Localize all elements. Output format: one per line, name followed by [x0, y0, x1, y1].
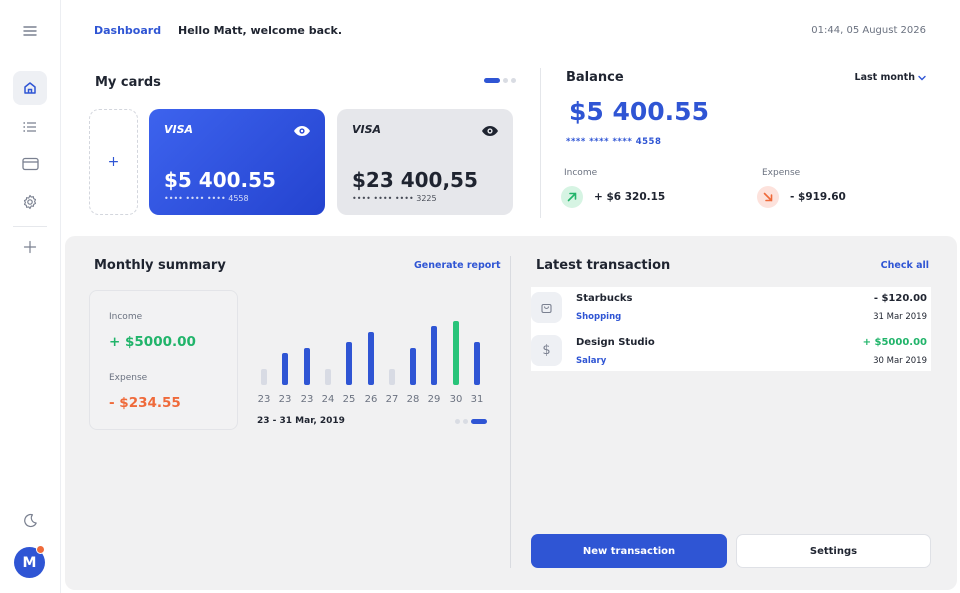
- chart-tick-label: 27: [385, 394, 399, 405]
- transaction-amount: + $5000.00: [862, 337, 927, 348]
- chart-tick-label: 23: [257, 394, 271, 405]
- chart-tick-label: 28: [406, 394, 420, 405]
- home-icon: [24, 82, 36, 94]
- expense-value: - $919.60: [790, 191, 846, 203]
- transaction-category[interactable]: Salary: [576, 356, 606, 366]
- chart-bar[interactable]: [410, 348, 416, 385]
- pagination-dot[interactable]: [463, 419, 468, 424]
- expense-label: Expense: [762, 168, 801, 178]
- chart-tick-label: 23: [300, 394, 314, 405]
- bag-icon: [531, 292, 562, 323]
- card-amount: $5 400.55: [164, 168, 276, 192]
- summary-income-label: Income: [109, 312, 143, 322]
- transaction-name: Starbucks: [576, 293, 633, 304]
- settings-icon: [23, 194, 37, 210]
- cards-title: My cards: [95, 75, 161, 90]
- sidebar-item-cards[interactable]: [13, 147, 47, 181]
- chart-bar[interactable]: [474, 342, 480, 385]
- card-brand: VISA: [352, 123, 382, 136]
- sidebar-item-settings[interactable]: [13, 185, 47, 219]
- moon-icon: [23, 513, 37, 527]
- greeting: Hello Matt, welcome back.: [178, 24, 343, 37]
- pagination-dot[interactable]: [455, 419, 460, 424]
- theme-toggle[interactable]: [13, 503, 47, 537]
- card-number: •••• •••• •••• 3225: [352, 194, 437, 203]
- card-amount: $23 400,55: [352, 168, 478, 192]
- chart-tick-label: 26: [364, 394, 378, 405]
- new-transaction-button[interactable]: New transaction: [531, 534, 727, 568]
- arrow-down-right-icon: [757, 186, 779, 208]
- cards-pagination[interactable]: [484, 78, 516, 83]
- chart-bar[interactable]: [368, 332, 374, 385]
- summary-expense-label: Expense: [109, 373, 148, 383]
- pagination-dot-active[interactable]: [484, 78, 500, 83]
- card-icon: [21, 157, 39, 171]
- balance-title: Balance: [566, 70, 624, 85]
- chart-pagination[interactable]: [455, 419, 487, 424]
- chart-bar[interactable]: [261, 369, 267, 385]
- sidebar-item-list[interactable]: [13, 110, 47, 144]
- transaction-date: 31 Mar 2019: [873, 312, 927, 322]
- transaction-amount: - $120.00: [873, 293, 927, 304]
- chart-tick-label: 31: [470, 394, 484, 405]
- settings-button[interactable]: Settings: [736, 534, 931, 568]
- balance-amount: $5 400.55: [569, 97, 709, 126]
- card-visa-3225[interactable]: VISA $23 400,55 •••• •••• •••• 3225: [337, 109, 513, 215]
- chart-tick-label: 25: [342, 394, 356, 405]
- datetime: 01:44, 05 August 2026: [811, 25, 926, 36]
- check-all-link[interactable]: Check all: [881, 260, 929, 271]
- menu-icon: [23, 26, 37, 36]
- chart-bar[interactable]: [431, 326, 437, 385]
- income-label: Income: [564, 168, 598, 178]
- eye-icon[interactable]: [481, 122, 499, 141]
- pagination-dot[interactable]: [511, 78, 516, 83]
- chart-range-label: 23 - 31 Mar, 2019: [257, 416, 345, 426]
- notification-dot: [36, 545, 45, 554]
- chart-bar[interactable]: [453, 321, 459, 385]
- card-number: •••• •••• •••• 4558: [164, 194, 249, 203]
- chart-bar[interactable]: [304, 348, 310, 385]
- transactions-title: Latest transaction: [536, 258, 671, 273]
- pagination-dot-active[interactable]: [471, 419, 487, 424]
- range-label: Last month: [854, 72, 915, 83]
- balance-card-number: **** **** **** 4558: [566, 137, 662, 147]
- menu-button[interactable]: [13, 14, 47, 48]
- sidebar-item-home[interactable]: [13, 71, 47, 105]
- sidebar-add-button[interactable]: [13, 230, 47, 264]
- generate-report-link[interactable]: Generate report: [414, 260, 501, 271]
- summary-title: Monthly summary: [94, 258, 226, 273]
- transaction-date: 30 Mar 2019: [873, 356, 927, 366]
- chart-bar[interactable]: [389, 369, 395, 385]
- dollar-icon: $: [531, 335, 562, 366]
- chevron-down-icon: [918, 75, 926, 80]
- sidebar: M: [0, 0, 61, 593]
- chart-bar[interactable]: [325, 369, 331, 385]
- chart-tick-label: 23: [278, 394, 292, 405]
- pagination-dot[interactable]: [503, 78, 508, 83]
- card-brand: VISA: [164, 123, 194, 136]
- income-value: + $6 320.15: [594, 191, 666, 203]
- range-dropdown[interactable]: Last month: [855, 72, 926, 83]
- transaction-category[interactable]: Shopping: [576, 312, 621, 322]
- breadcrumb[interactable]: Dashboard: [94, 24, 161, 37]
- chart-tick-label: 30: [449, 394, 463, 405]
- section-divider: [540, 68, 541, 218]
- summary-expense-value: - $234.55: [109, 395, 181, 411]
- card-visa-4558[interactable]: VISA $5 400.55 •••• •••• •••• 4558: [149, 109, 325, 215]
- summary-income-value: + $5000.00: [109, 334, 196, 350]
- add-card-button[interactable]: +: [89, 109, 138, 215]
- chart-bar[interactable]: [346, 342, 352, 385]
- chart-tick-label: 24: [321, 394, 335, 405]
- add-card-label: +: [107, 154, 120, 170]
- plus-icon: [23, 240, 37, 254]
- list-icon: [23, 122, 36, 132]
- chart-bar[interactable]: [282, 353, 288, 385]
- arrow-up-right-icon: [561, 186, 583, 208]
- panel-divider: [510, 256, 511, 568]
- chart-tick-label: 29: [427, 394, 441, 405]
- sidebar-divider: [13, 226, 47, 227]
- eye-icon[interactable]: [293, 122, 311, 141]
- transaction-name: Design Studio: [576, 337, 655, 348]
